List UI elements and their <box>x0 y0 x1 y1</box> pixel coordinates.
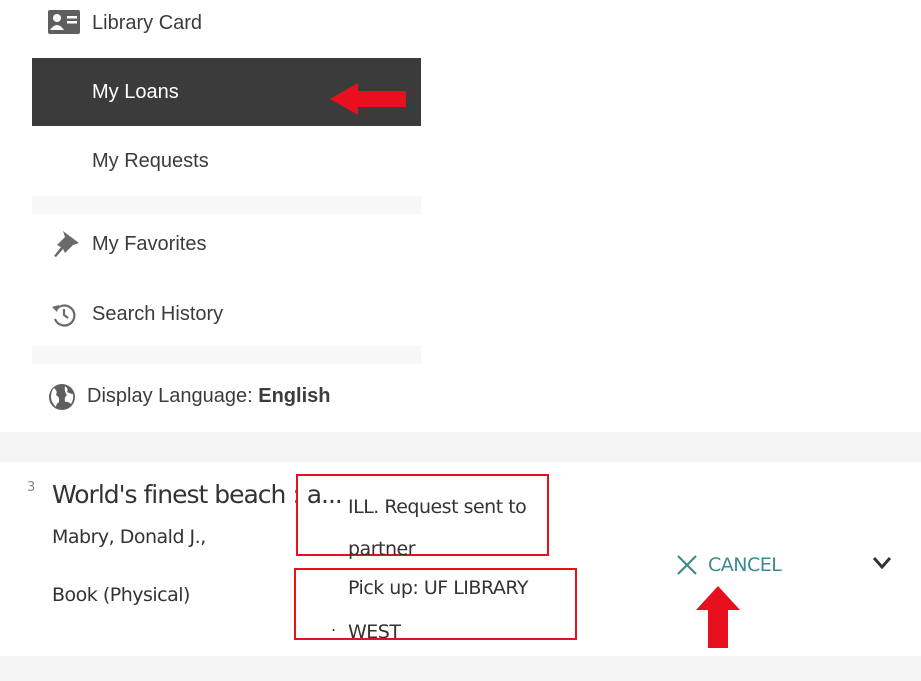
request-item[interactable]: 3 World's finest beach : a... Mabry, Don… <box>0 462 921 656</box>
sidebar-item-label: Search History <box>92 302 224 325</box>
pin-icon <box>54 231 79 257</box>
language-label: Display Language: English <box>87 384 331 407</box>
sidebar-item-my-favorites[interactable]: My Favorites <box>32 210 421 278</box>
chevron-down-icon[interactable] <box>872 556 892 570</box>
sidebar-item-label: My Requests <box>92 149 209 172</box>
divider <box>0 656 921 681</box>
sidebar-item-label: My Loans <box>92 80 179 103</box>
sidebar-item-my-loans[interactable]: My Loans <box>32 58 421 126</box>
display-language[interactable]: Display Language: English <box>32 362 421 430</box>
history-icon <box>52 304 76 327</box>
annotation-arrow-left-icon <box>330 83 406 115</box>
annotation-arrow-up-icon <box>696 586 740 648</box>
cancel-label: CANCEL <box>708 554 782 576</box>
close-icon <box>677 555 697 575</box>
globe-icon <box>49 384 75 410</box>
id-card-icon <box>48 10 80 34</box>
sidebar-item-label: My Favorites <box>92 232 207 255</box>
item-author: Mabry, Donald J., <box>52 526 206 548</box>
divider <box>0 432 921 462</box>
cancel-button[interactable]: CANCEL <box>676 550 782 580</box>
sidebar-item-library-card[interactable]: Library Card <box>32 0 421 57</box>
item-number: 3 <box>27 480 36 495</box>
sidebar-item-my-requests[interactable]: My Requests <box>32 127 421 195</box>
dot: . <box>331 616 337 635</box>
request-status: ILL. Request sent to partner <box>348 496 527 560</box>
request-pickup: Pick up: UF LIBRARY WEST <box>348 577 528 643</box>
item-type: Book (Physical) <box>52 584 190 606</box>
sidebar-item-label: Library Card <box>92 11 203 34</box>
sidebar-item-search-history[interactable]: Search History <box>32 280 421 348</box>
